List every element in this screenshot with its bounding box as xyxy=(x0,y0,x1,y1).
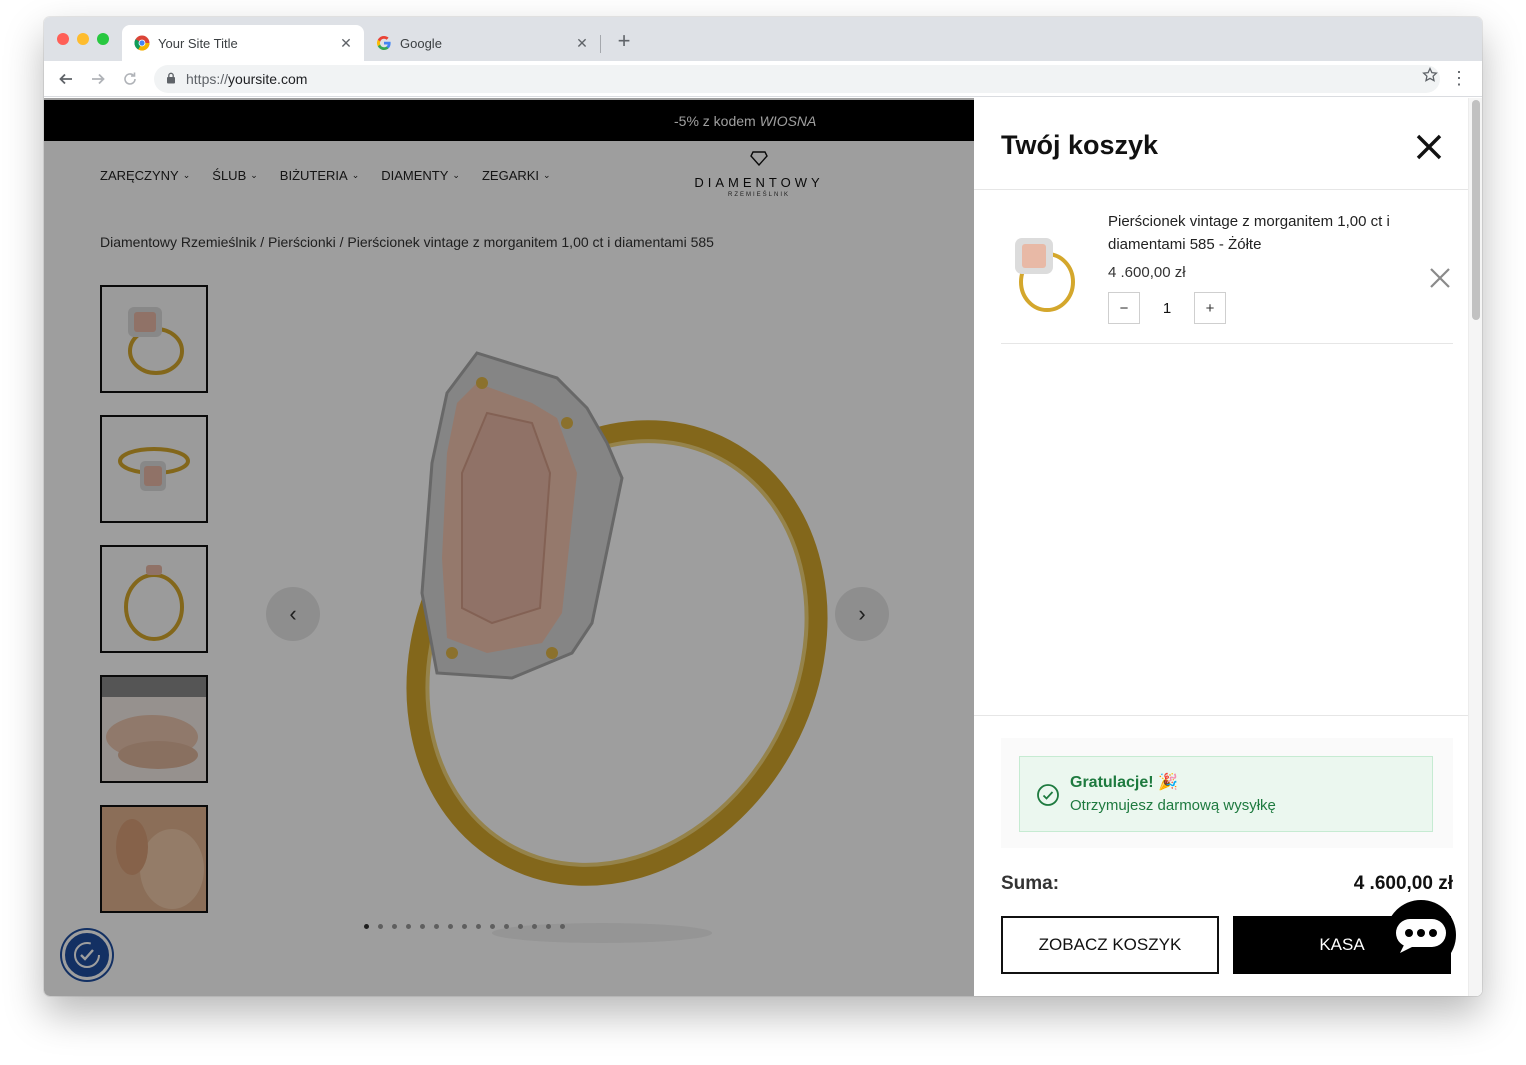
cart-item-image[interactable] xyxy=(1001,220,1087,320)
tab-title: Your Site Title xyxy=(158,35,238,51)
browser-tab-inactive[interactable]: Google ✕ xyxy=(364,25,600,61)
product-page: -5% z kodem WIOSNA ZARĘCZYNY ⌄ ŚLUB ⌄ BIŻU… xyxy=(44,98,974,996)
address-bar[interactable]: https://yoursite.com xyxy=(154,65,1440,93)
shipping-notice-container: Gratulacje! 🎉 Otrzymujesz darmową wysyłk… xyxy=(1001,738,1453,848)
new-tab-plus-icon[interactable]: + xyxy=(612,30,636,54)
page-dim-overlay[interactable] xyxy=(44,98,974,996)
tab-close-icon[interactable]: ✕ xyxy=(338,35,354,52)
scrollbar-thumb[interactable] xyxy=(1472,100,1480,320)
bookmark-star-icon[interactable] xyxy=(1422,66,1438,88)
total-value: 4 .600,00 zł xyxy=(1353,873,1453,894)
cart-drawer: Twój koszyk Pierścionek vintage z morgan… xyxy=(974,98,1482,996)
browser-tabbar: Your Site Title ✕ Google ✕ + xyxy=(44,17,1482,61)
url-scheme: https:// xyxy=(186,71,229,87)
back-arrow-icon[interactable] xyxy=(54,67,78,91)
cart-title: Twój koszyk xyxy=(1001,130,1159,160)
quantity-stepper: − 1 + xyxy=(1108,292,1226,324)
quantity-value[interactable]: 1 xyxy=(1140,300,1194,317)
forward-arrow-icon[interactable] xyxy=(86,67,110,91)
page-viewport: -5% z kodem WIOSNA ZARĘCZYNY ⌄ ŚLUB ⌄ BIŻU… xyxy=(44,98,1482,996)
close-icon[interactable] xyxy=(1412,130,1446,164)
free-shipping-notice: Gratulacje! 🎉 Otrzymujesz darmową wysyłk… xyxy=(1019,756,1433,832)
url-host: yoursite.com xyxy=(228,71,308,87)
lock-icon xyxy=(166,71,176,87)
notice-title: Gratulacje! 🎉 xyxy=(1070,774,1178,791)
window-minimize-dot[interactable] xyxy=(77,33,89,45)
divider xyxy=(974,715,1468,716)
cart-item-name[interactable]: Pierścionek vintage z morganitem 1,00 ct… xyxy=(1108,210,1408,256)
window-close-dot[interactable] xyxy=(57,33,69,45)
tab-title: Google xyxy=(400,35,442,51)
browser-menu-icon[interactable]: ⋮ xyxy=(1450,69,1468,87)
google-favicon-icon xyxy=(376,35,392,51)
chat-bubble-icon[interactable] xyxy=(1386,900,1456,970)
browser-toolbar: https://yoursite.com ⋮ xyxy=(44,61,1482,97)
divider xyxy=(974,189,1468,190)
tab-separator xyxy=(600,35,601,53)
browser-tab-active[interactable]: Your Site Title ✕ xyxy=(122,25,364,61)
window-maximize-dot[interactable] xyxy=(97,33,109,45)
quantity-decrease-button[interactable]: − xyxy=(1108,292,1140,324)
quantity-increase-button[interactable]: + xyxy=(1194,292,1226,324)
cart-item-price: 4 .600,00 zł xyxy=(1108,264,1186,281)
browser-window: Your Site Title ✕ Google ✕ + https:// yo… xyxy=(44,17,1482,996)
total-label: Suma: xyxy=(1001,873,1060,894)
drawer-scrollbar[interactable] xyxy=(1468,98,1482,996)
view-cart-button[interactable]: ZOBACZ KOSZYK xyxy=(1001,916,1219,974)
cart-line-item: Pierścionek vintage z morganitem 1,00 ct… xyxy=(1001,208,1453,344)
chrome-favicon-icon xyxy=(134,35,150,51)
notice-text: Otrzymujesz darmową wysyłkę xyxy=(1070,797,1276,814)
reload-icon[interactable] xyxy=(118,67,142,91)
check-circle-icon xyxy=(1036,783,1060,807)
remove-item-icon[interactable] xyxy=(1428,266,1452,290)
tab-close-icon[interactable]: ✕ xyxy=(574,35,590,52)
